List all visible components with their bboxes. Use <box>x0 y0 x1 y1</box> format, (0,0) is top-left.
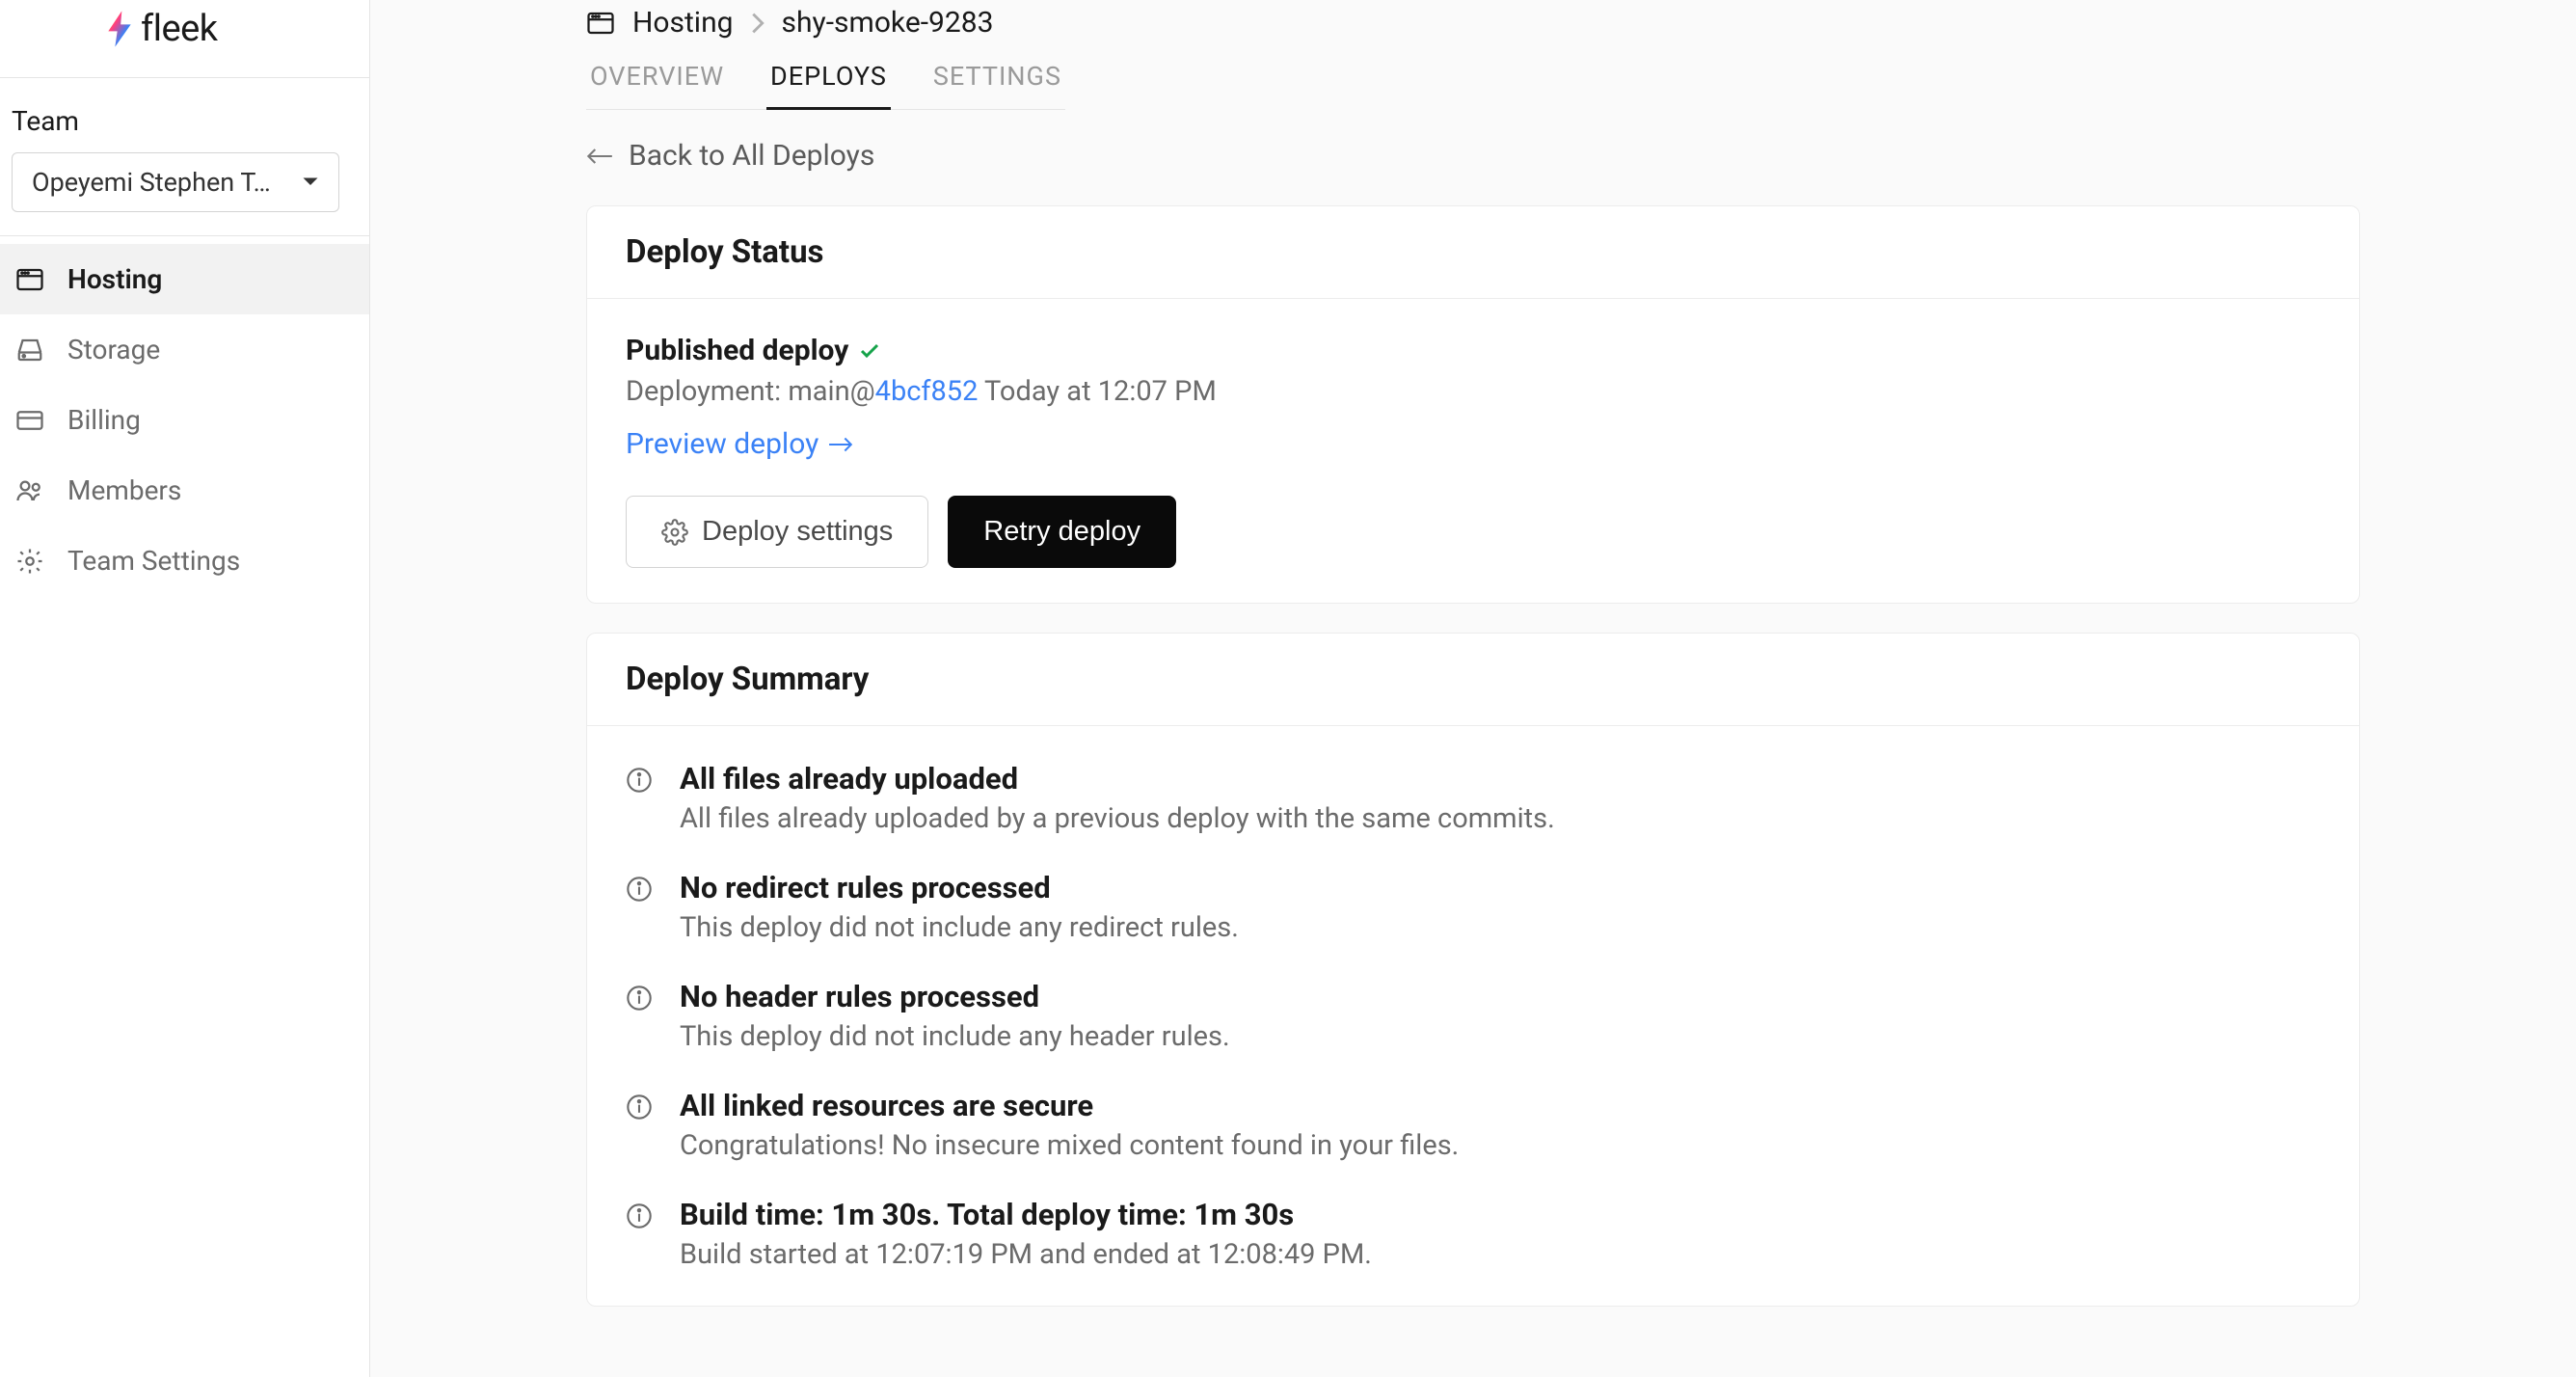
summary-desc: All files already uploaded by a previous… <box>680 802 1555 835</box>
sidebar: fleek Team Opeyemi Stephen T… Hosting St… <box>0 0 370 1377</box>
preview-link-label: Preview deploy <box>626 427 818 461</box>
summary-title: No redirect rules processed <box>680 870 1239 905</box>
main: Hosting shy-smoke-9283 OVERVIEW DEPLOYS … <box>370 0 2576 1377</box>
summary-title: Build time: 1m 30s. Total deploy time: 1… <box>680 1197 1372 1232</box>
brand-name: fleek <box>141 8 218 50</box>
summary-desc: Build started at 12:07:19 PM and ended a… <box>680 1238 1372 1271</box>
summary-title: No header rules processed <box>680 979 1230 1014</box>
nav-label: Storage <box>67 334 160 365</box>
caret-down-icon <box>302 176 319 188</box>
users-icon <box>15 476 44 505</box>
team-select[interactable]: Opeyemi Stephen T… <box>12 152 339 212</box>
back-link-label: Back to All Deploys <box>629 139 874 173</box>
summary-desc: This deploy did not include any redirect… <box>680 911 1239 944</box>
card-title: Deploy Summary <box>626 661 2321 698</box>
deploy-title-text: Published deploy <box>626 334 848 367</box>
team-section: Team Opeyemi Stephen T… <box>0 78 369 235</box>
chevron-right-icon <box>751 13 765 34</box>
arrow-right-icon <box>828 436 853 453</box>
info-icon <box>626 1094 653 1120</box>
sidebar-item-billing[interactable]: Billing <box>0 385 369 455</box>
tab-deploys[interactable]: DEPLOYS <box>766 49 891 110</box>
info-icon <box>626 1202 653 1229</box>
info-icon <box>626 767 653 794</box>
browser-icon <box>586 9 615 38</box>
summary-item: All linked resources are secure Congratu… <box>626 1088 2321 1162</box>
tabs: OVERVIEW DEPLOYS SETTINGS <box>586 49 1065 110</box>
card-title: Deploy Status <box>626 233 2321 271</box>
gear-icon <box>15 547 44 576</box>
nav-label: Team Settings <box>67 545 240 577</box>
meta-prefix: Deployment: main@ <box>626 375 875 408</box>
button-label: Retry deploy <box>983 516 1140 548</box>
sidebar-item-team-settings[interactable]: Team Settings <box>0 526 369 596</box>
sidebar-item-hosting[interactable]: Hosting <box>0 244 369 314</box>
drive-icon <box>15 336 44 364</box>
summary-item: No redirect rules processed This deploy … <box>626 870 2321 944</box>
preview-deploy-link[interactable]: Preview deploy <box>626 427 2321 461</box>
tab-overview[interactable]: OVERVIEW <box>586 49 728 110</box>
summary-item: Build time: 1m 30s. Total deploy time: 1… <box>626 1197 2321 1271</box>
button-label: Deploy settings <box>702 516 893 548</box>
nav-label: Members <box>67 474 181 506</box>
tab-settings[interactable]: SETTINGS <box>929 49 1065 110</box>
deploy-summary-card: Deploy Summary All files already uploade… <box>586 633 2360 1307</box>
bolt-icon <box>106 11 133 47</box>
team-label: Team <box>12 105 358 137</box>
team-name: Opeyemi Stephen T… <box>32 167 271 198</box>
logo[interactable]: fleek <box>0 0 369 77</box>
summary-desc: Congratulations! No insecure mixed conte… <box>680 1129 1459 1162</box>
summary-item: All files already uploaded All files alr… <box>626 761 2321 835</box>
info-icon <box>626 985 653 1012</box>
summary-title: All linked resources are secure <box>680 1088 1459 1123</box>
commit-link[interactable]: 4bcf852 <box>875 375 979 408</box>
gear-icon <box>661 519 688 546</box>
breadcrumb: Hosting shy-smoke-9283 <box>586 6 2360 40</box>
meta-suffix: Today at 12:07 PM <box>978 375 1216 408</box>
browser-icon <box>15 265 44 294</box>
nav: Hosting Storage Billing Members Team Set… <box>0 236 369 596</box>
deploy-meta: Deployment: main@4bcf852 Today at 12:07 … <box>626 375 2321 408</box>
deploy-title: Published deploy <box>626 334 2321 367</box>
summary-item: No header rules processed This deploy di… <box>626 979 2321 1053</box>
breadcrumb-leaf[interactable]: shy-smoke-9283 <box>782 6 994 40</box>
breadcrumb-root[interactable]: Hosting <box>632 6 734 40</box>
deploy-settings-button[interactable]: Deploy settings <box>626 496 928 568</box>
sidebar-item-storage[interactable]: Storage <box>0 314 369 385</box>
deploy-status-card: Deploy Status Published deploy Deploymen… <box>586 205 2360 604</box>
arrow-left-icon <box>586 147 613 166</box>
card-icon <box>15 406 44 435</box>
sidebar-item-members[interactable]: Members <box>0 455 369 526</box>
back-link[interactable]: Back to All Deploys <box>586 139 2360 173</box>
check-icon <box>858 339 881 363</box>
nav-label: Billing <box>67 404 141 436</box>
summary-title: All files already uploaded <box>680 761 1555 796</box>
info-icon <box>626 876 653 903</box>
retry-deploy-button[interactable]: Retry deploy <box>948 496 1176 568</box>
nav-label: Hosting <box>67 263 162 295</box>
summary-desc: This deploy did not include any header r… <box>680 1020 1230 1053</box>
